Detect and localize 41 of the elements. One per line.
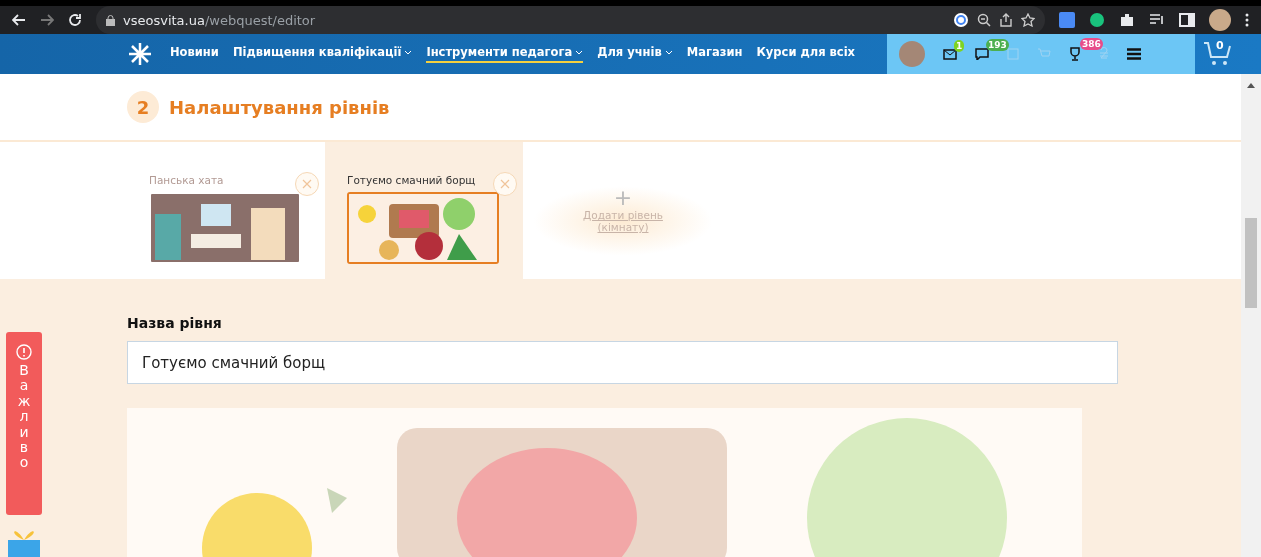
nav-link[interactable]: Для учнів [597, 45, 673, 63]
trophy-icon[interactable] [1069, 47, 1081, 61]
more-icon[interactable] [1245, 13, 1249, 27]
field-label: Назва рівня [127, 315, 223, 331]
notification-badge: 1 [954, 39, 965, 52]
back-icon[interactable] [12, 13, 26, 27]
cart-count: 0 [1216, 39, 1224, 52]
level-title: Готуємо смачний борщ [347, 174, 476, 186]
chat-icon[interactable] [975, 48, 989, 60]
level-tile[interactable]: Готуємо смачний борщ [325, 142, 523, 279]
close-icon [500, 179, 510, 189]
side-panel-icon[interactable] [1179, 12, 1195, 28]
address-bar[interactable]: vseosvita.ua/webquest/editor [96, 6, 1045, 34]
nav-link[interactable]: Новини [170, 45, 219, 63]
important-tab[interactable]: Важливо [6, 332, 42, 515]
level-title: Панська хата [149, 174, 224, 186]
snowflake-logo-icon[interactable] [128, 42, 152, 66]
step-number: 2 [127, 91, 159, 123]
section-title: Налаштування рівнів [169, 96, 390, 118]
nav-link[interactable]: Магазин [686, 45, 743, 63]
alert-icon [16, 344, 32, 360]
nav-link[interactable]: Курси для всіх [756, 45, 855, 63]
star-icon[interactable] [1021, 13, 1035, 27]
nav-link[interactable]: Підвищення кваліфікації [232, 45, 413, 63]
level-name-field[interactable]: Готуємо смачний борщ [127, 341, 1118, 384]
share-icon[interactable] [999, 13, 1013, 27]
menu-icon[interactable] [1127, 48, 1141, 60]
avatar-icon[interactable] [1209, 9, 1231, 31]
close-icon [302, 179, 312, 189]
reload-icon[interactable] [68, 13, 82, 27]
notification-badge: 193 [986, 39, 1009, 51]
mail-icon[interactable] [943, 48, 957, 60]
forward-icon[interactable] [40, 13, 54, 27]
zoom-out-icon[interactable] [977, 13, 991, 27]
lock-icon [106, 14, 115, 26]
url-text: vseosvita.ua/webquest/editor [123, 12, 316, 28]
notification-badge: 386 [1080, 38, 1103, 50]
nav-link[interactable]: Інструменти педагога [426, 45, 584, 63]
scrollbar-thumb[interactable] [1245, 218, 1257, 308]
cart-icon[interactable] [1203, 41, 1233, 67]
scroll-up-icon[interactable] [1247, 82, 1255, 88]
